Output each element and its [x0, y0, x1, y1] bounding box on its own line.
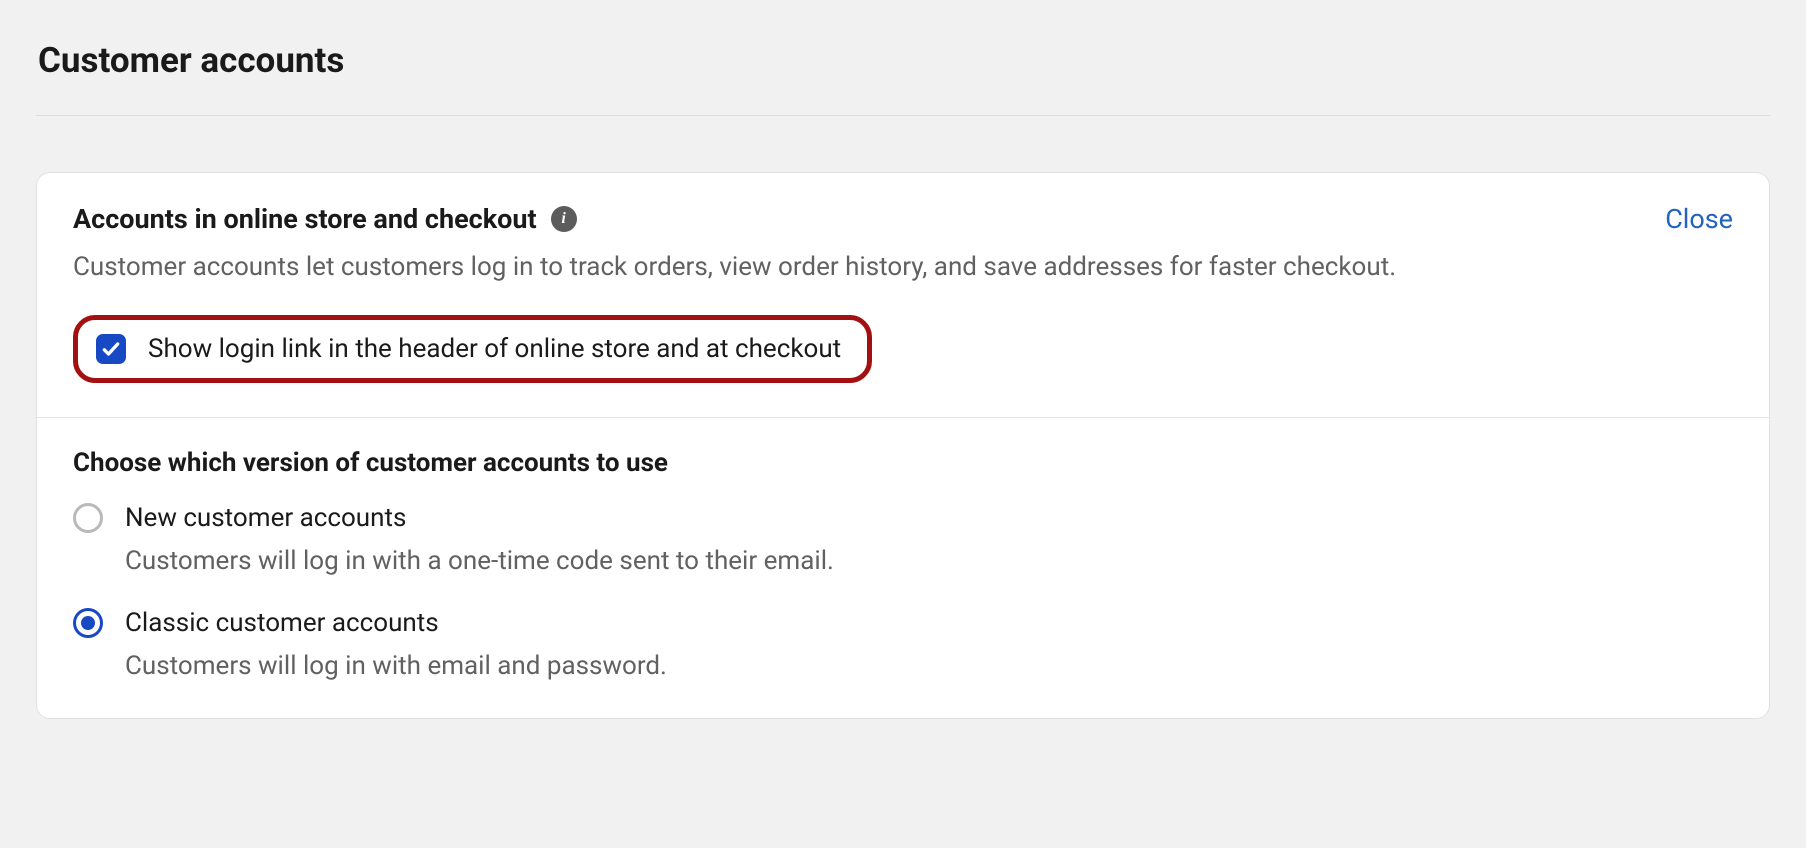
new-customer-accounts-radio[interactable] [73, 503, 103, 533]
header-divider [36, 115, 1770, 116]
page-title: Customer accounts [38, 40, 1770, 81]
version-section: Choose which version of customer account… [37, 417, 1769, 718]
highlighted-option: Show login link in the header of online … [73, 315, 872, 383]
classic-customer-accounts-description: Customers will log in with email and pas… [125, 648, 667, 684]
new-customer-accounts-description: Customers will log in with a one-time co… [125, 543, 834, 579]
radio-option-new: New customer accounts Customers will log… [73, 500, 1733, 579]
settings-card: Accounts in online store and checkout i … [36, 172, 1770, 719]
accounts-section: Accounts in online store and checkout i … [37, 173, 1769, 417]
classic-customer-accounts-radio[interactable] [73, 608, 103, 638]
accounts-section-title: Accounts in online store and checkout [73, 203, 537, 235]
show-login-link-label: Show login link in the header of online … [148, 334, 841, 364]
version-section-title: Choose which version of customer account… [73, 448, 1733, 478]
classic-customer-accounts-label: Classic customer accounts [125, 605, 667, 641]
accounts-section-description: Customer accounts let customers log in t… [73, 249, 1733, 285]
info-icon[interactable]: i [551, 206, 577, 232]
show-login-link-checkbox[interactable] [96, 334, 126, 364]
close-link[interactable]: Close [1665, 203, 1733, 235]
new-customer-accounts-label: New customer accounts [125, 500, 834, 536]
radio-option-classic: Classic customer accounts Customers will… [73, 605, 1733, 684]
